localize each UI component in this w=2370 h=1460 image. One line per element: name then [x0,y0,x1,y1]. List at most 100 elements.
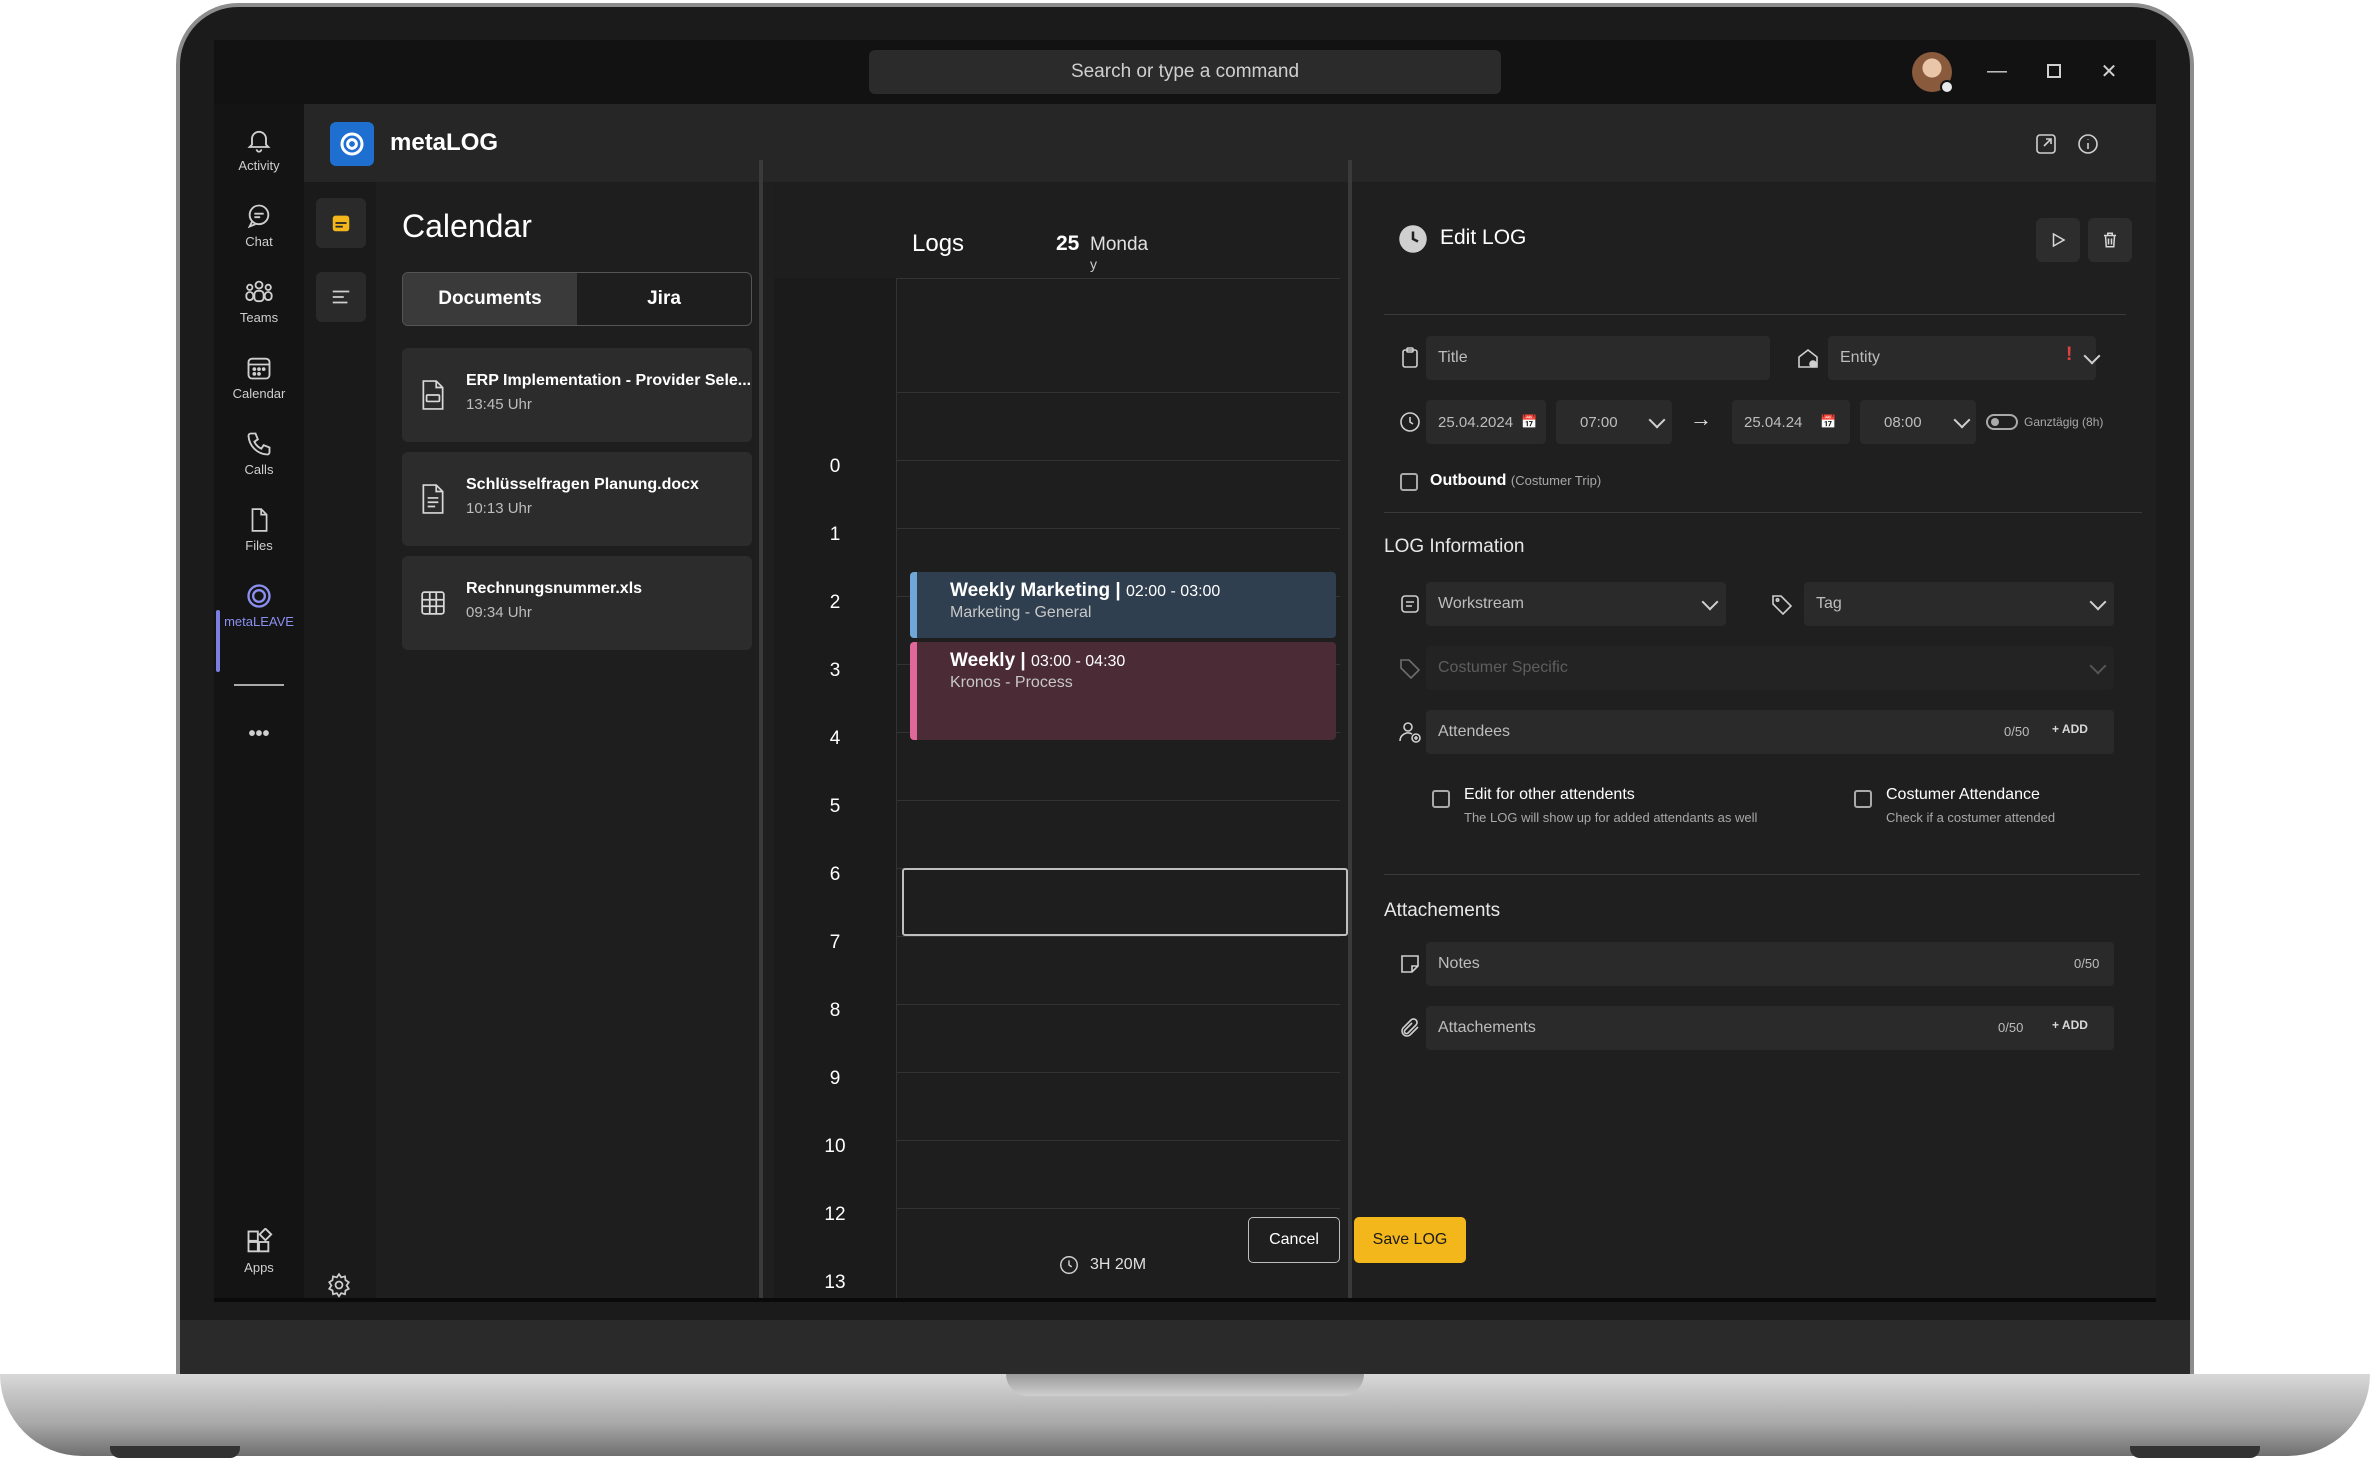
calendar-view-button[interactable] [316,198,366,248]
info-icon[interactable] [2076,132,2100,156]
grid-line [896,278,1340,279]
page-title: Calendar [402,208,532,244]
rail-item-files[interactable]: Files [214,494,304,564]
rail-item-calendar[interactable]: Calendar [214,342,304,412]
hour-label: 7 [829,932,841,953]
rail-item-teams[interactable]: Teams [214,266,304,336]
end-time-value: 08:00 [1884,413,1922,431]
hour-label: 1 [829,524,841,545]
section-title: LOG Information [1384,536,1525,557]
delete-button[interactable] [2088,218,2132,262]
cancel-button[interactable]: Cancel [1248,1217,1340,1263]
grid-line [896,1140,1340,1141]
selected-time-slot[interactable] [902,868,1348,936]
rail-label: metaLEAVE [224,613,294,629]
entity-select[interactable]: Entity [1828,336,2096,380]
edit-others-checkbox[interactable] [1432,790,1450,808]
rail-item-activity[interactable]: Activity [214,114,304,184]
document-item[interactable]: Schlüsselfragen Planung.docx 10:13 Uhr [402,452,752,546]
presence-dot [1940,80,1954,94]
list-view-button[interactable] [316,272,366,322]
save-log-button[interactable]: Save LOG [1354,1217,1466,1263]
add-attachment-button[interactable]: + ADD [2052,1018,2088,1032]
grid-line [896,1004,1340,1005]
event-time: 03:00 - 04:30 [1031,653,1126,670]
rail-label: Calendar [232,385,286,401]
panel-divider[interactable] [759,160,763,1298]
tag-select[interactable]: Tag [1804,582,2114,626]
attendees-count: 0/50 [2004,724,2030,739]
hour-label: 2 [829,592,841,613]
add-attendee-button[interactable]: + ADD [2052,722,2088,736]
chat-icon [247,204,270,228]
outbound-label: Outbound [1430,472,1507,489]
end-date-input[interactable]: 25.04.24 📅 [1732,400,1850,444]
attachments-count: 0/50 [1998,1020,2024,1035]
popout-icon[interactable] [2034,132,2058,156]
tab-documents[interactable]: Documents [403,273,577,325]
rail-label: Teams [239,309,279,325]
rail-label: Files [245,537,273,553]
settings-icon[interactable] [326,1272,352,1298]
grid-line [896,528,1340,529]
workstream-select[interactable]: Workstream [1426,582,1726,626]
hour-label: 10 [824,1136,846,1157]
customer-specific-select[interactable]: Costumer Specific [1426,646,2114,690]
edit-others-label: Edit for other attendents [1464,786,1635,803]
more-apps-button[interactable]: ••• [214,714,304,754]
document-item[interactable]: Rechnungsnummer.xls 09:34 Uhr [402,556,752,650]
allday-toggle[interactable] [1986,414,2018,430]
start-time-value: 07:00 [1580,413,1618,431]
logs-day-view: Logs 25 Monda y 0 1 2 3 4 5 6 7 8 9 10 1… [774,182,1348,1298]
end-date-value: 25.04.24 [1744,413,1803,431]
notes-count: 0/50 [2074,956,2100,971]
log-event[interactable]: Weekly Marketing | 02:00 - 03:00 Marketi… [910,572,1336,638]
start-button[interactable] [2036,218,2080,262]
rail-item-apps[interactable]: Apps [214,1216,304,1286]
avatar[interactable] [1912,52,1954,94]
customer-attendance-checkbox[interactable] [1854,790,1872,808]
outbound-checkbox[interactable] [1400,473,1418,491]
grid-line [896,800,1340,801]
entity-placeholder: Entity [1840,349,1881,366]
document-item[interactable]: ERP Implementation - Provider Sele... 13… [402,348,752,442]
hour-label: 9 [829,1068,841,1089]
tab-jira[interactable]: Jira [577,273,751,325]
metalog-logo [330,122,374,166]
edit-others-note: The LOG will show up for added attendant… [1464,810,1758,825]
rail-item-chat[interactable]: Chat [214,190,304,260]
logs-header [774,182,1340,278]
spreadsheet-icon [421,591,445,615]
title-bar: Search or type a command — ✕ [214,40,2156,104]
edit-title: Edit LOG [1440,226,1527,249]
hour-label: 3 [829,660,841,681]
tag-icon [1772,595,1793,616]
start-date-input[interactable]: 25.04.2024 📅 [1426,400,1546,444]
file-icon [251,507,268,532]
grid-line [896,1208,1340,1209]
grid-line [896,460,1340,461]
hour-label: 12 [824,1204,846,1225]
maximize-icon[interactable] [2039,56,2069,86]
metaleave-icon [247,583,271,608]
laptop-foot [2130,1446,2260,1458]
rail-item-metaleave[interactable]: metaLEAVE [214,570,304,640]
divider [1384,874,2140,875]
rail-label: Chat [245,233,273,249]
document-time: 13:45 Uhr [466,396,532,413]
title-input[interactable]: Title [1426,336,1770,380]
notes-input[interactable]: Notes [1426,942,2114,986]
list-icon [332,290,350,304]
rail-divider [234,684,284,686]
hour-label: 0 [829,456,841,477]
grid-line [896,936,1340,937]
event-time: 02:00 - 03:00 [1126,583,1221,600]
minimize-icon[interactable]: — [1982,56,2012,86]
duration-value: 3H 20M [1090,1256,1147,1273]
log-event[interactable]: Weekly | 03:00 - 04:30 Kronos - Process [910,642,1336,740]
document-name: Schlüsselfragen Planung.docx [466,476,699,493]
close-icon[interactable]: ✕ [2094,56,2124,86]
command-search-input[interactable]: Search or type a command [869,50,1501,94]
trash-icon [2104,232,2116,248]
rail-item-calls[interactable]: Calls [214,418,304,488]
